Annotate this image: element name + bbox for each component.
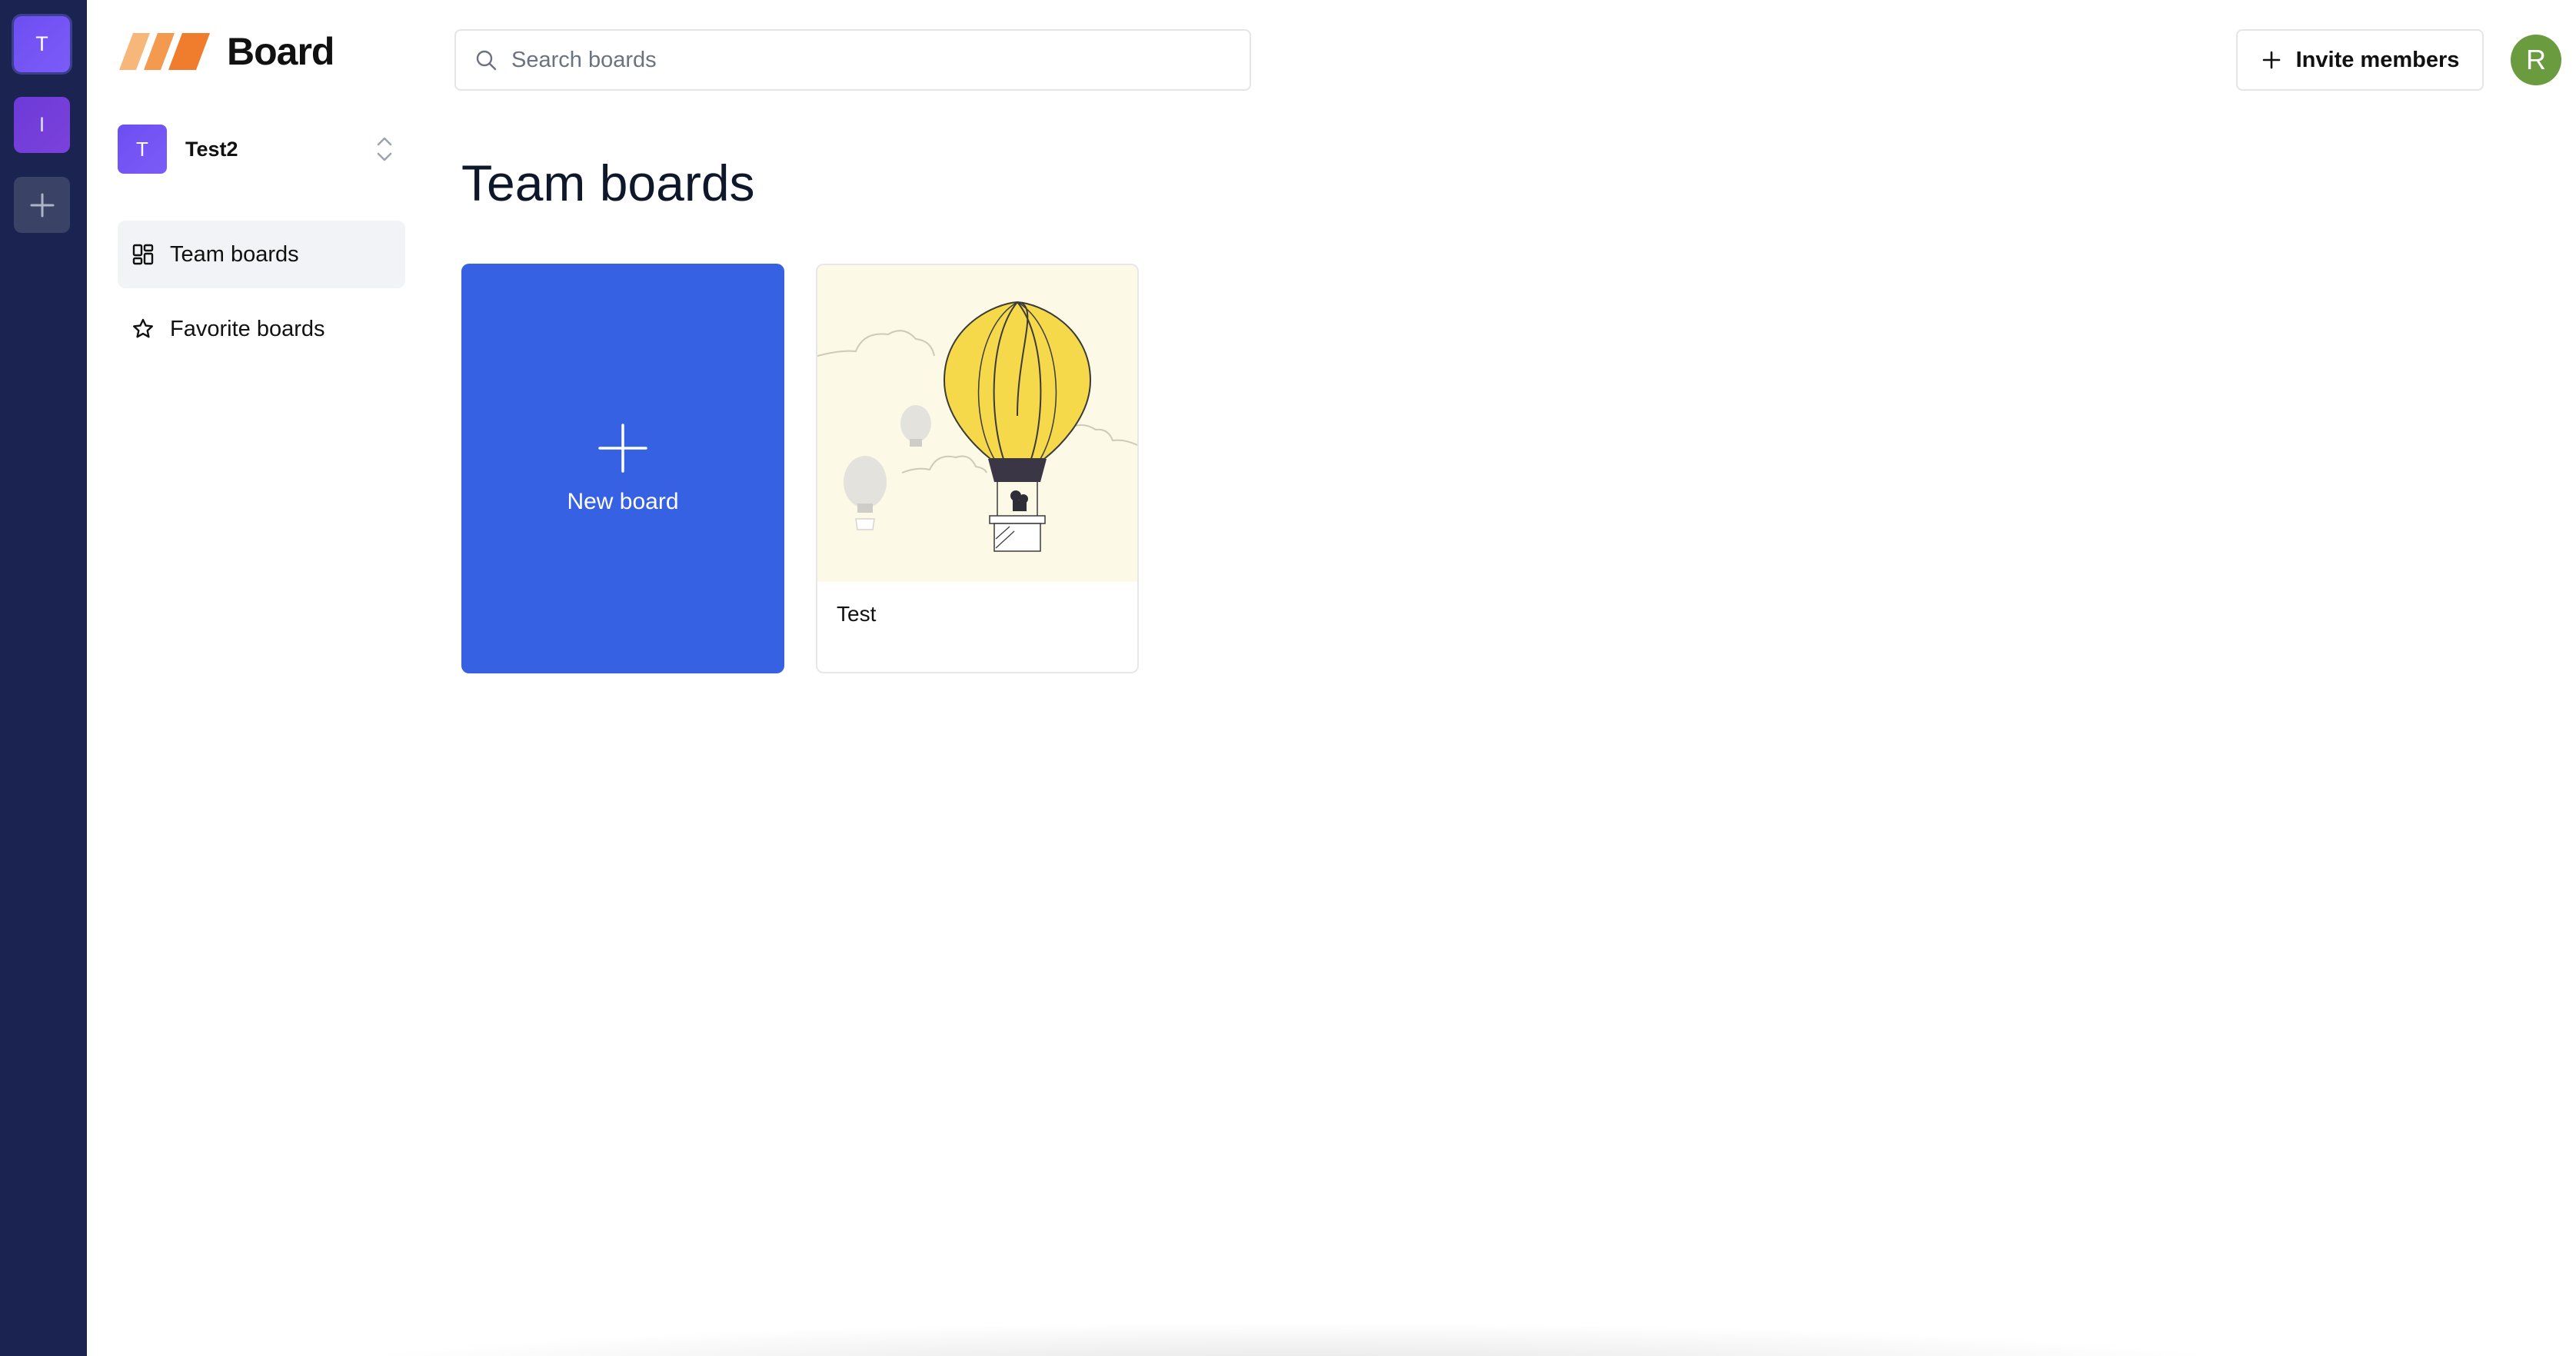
plus-icon (598, 423, 647, 473)
new-board-button[interactable]: New board (461, 264, 784, 673)
search-icon (476, 50, 497, 71)
org-initial: I (38, 113, 45, 136)
grid-icon (132, 244, 154, 265)
org-initial: T (35, 32, 48, 55)
logo-text: Board (227, 30, 334, 73)
org-switch-i[interactable]: I (14, 97, 70, 153)
new-board-label: New board (567, 488, 679, 514)
app-logo[interactable]: Board (119, 29, 334, 74)
org-avatar-initial: T (136, 137, 148, 161)
org-switch-t[interactable]: T (14, 16, 70, 72)
board-thumbnail (817, 265, 1137, 582)
nav-favorite-boards[interactable]: Favorite boards (118, 295, 405, 363)
org-avatar: T (118, 125, 167, 174)
org-name: Test2 (185, 137, 238, 161)
nav-team-boards-label: Team boards (170, 241, 299, 267)
org-rail: T I (0, 0, 87, 1356)
star-icon (133, 318, 153, 338)
plus-icon (30, 193, 54, 217)
hot-air-balloon-icon (817, 301, 1137, 552)
search-box[interactable] (454, 29, 1251, 91)
user-avatar[interactable]: R (2511, 35, 2561, 85)
add-org-button[interactable] (14, 177, 70, 233)
nav-favorite-boards-label: Favorite boards (170, 316, 325, 341)
plus-icon (2262, 51, 2280, 69)
chevron-up-down-icon (377, 137, 392, 161)
board-card[interactable]: Test (816, 264, 1139, 673)
sidebar: Board T Test2 Team boards Favorite board… (87, 0, 425, 1356)
logo-stripes-icon (119, 33, 210, 70)
board-name: Test (837, 602, 877, 626)
bottom-shadow (308, 1322, 2276, 1356)
page-title: Team boards (461, 155, 755, 211)
invite-members-label: Invite members (2295, 47, 2460, 72)
invite-members-button[interactable]: Invite members (2236, 29, 2484, 91)
org-selector[interactable]: T Test2 (118, 123, 394, 175)
user-avatar-initial: R (2526, 44, 2546, 75)
nav-team-boards[interactable]: Team boards (118, 221, 405, 288)
search-input[interactable] (511, 47, 1203, 73)
